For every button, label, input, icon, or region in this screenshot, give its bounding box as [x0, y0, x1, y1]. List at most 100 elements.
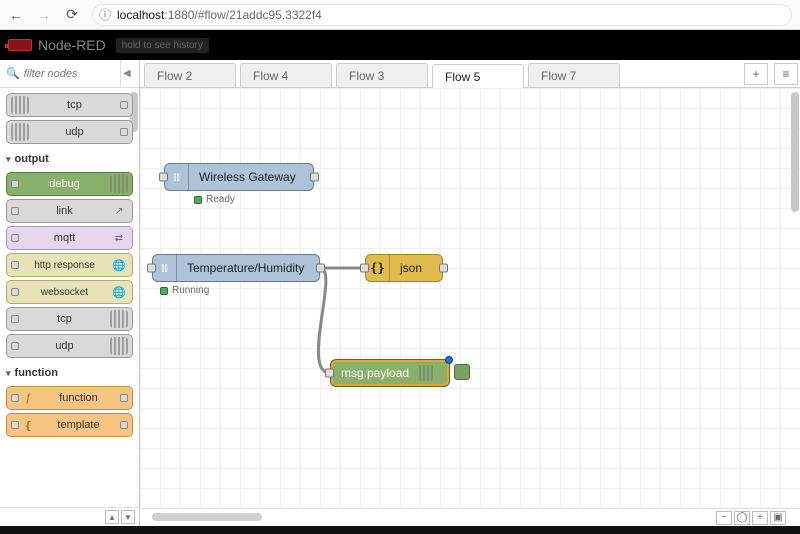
node-grip-icon	[11, 96, 29, 114]
flow-canvas[interactable]: ⫾⫾ Wireless Gateway Ready ⫾⫾ Temperature…	[140, 88, 800, 526]
json-icon: {}	[366, 255, 390, 281]
globe-icon: 🌐	[110, 283, 128, 301]
debug-output-toggle[interactable]	[454, 364, 470, 380]
node-label: Temperature/Humidity	[177, 261, 314, 275]
node-port-icon	[11, 180, 19, 188]
node-label: json	[390, 261, 432, 275]
zoom-reset-button[interactable]: ◯	[734, 511, 750, 525]
palette-footer-up-button[interactable]: ▴	[105, 510, 119, 524]
palette-node-debug[interactable]: debug	[6, 172, 133, 196]
bridge-icon: ⇄	[110, 229, 128, 247]
wire-temphum-debug[interactable]	[140, 88, 800, 526]
palette-category-output[interactable]: output	[0, 147, 139, 169]
site-info-icon[interactable]: ⓘ	[99, 6, 111, 23]
browser-url-bar[interactable]: ⓘ localhost:1880/#flow/21addc95.3322f4	[92, 4, 792, 26]
url-port: :1880	[164, 8, 194, 22]
palette-category-function[interactable]: function	[0, 361, 139, 383]
template-icon: {	[19, 416, 37, 434]
palette-filter-input[interactable]	[24, 68, 116, 80]
url-host: localhost	[117, 8, 164, 22]
node-status-gateway: Ready	[194, 194, 235, 205]
tab-flow4[interactable]: Flow 4	[240, 63, 332, 87]
tab-flow3[interactable]: Flow 3	[336, 63, 428, 87]
node-port-icon	[120, 421, 128, 429]
palette-node-udp-in[interactable]: udp	[6, 120, 133, 144]
palette-footer-down-button[interactable]: ▾	[121, 510, 135, 524]
list-flows-button[interactable]: ≡	[774, 63, 798, 85]
node-input-port[interactable]	[159, 173, 168, 182]
node-status-temphum: Running	[160, 285, 209, 296]
tab-flow7[interactable]: Flow 7	[528, 63, 620, 87]
serial-icon: ⫾⫾	[153, 255, 177, 281]
node-grip-icon	[11, 123, 29, 141]
palette-list[interactable]: ▴ tcp udp output debug link	[0, 88, 139, 507]
node-port-icon	[11, 394, 19, 402]
url-path: /#flow/21addc95.3322f4	[194, 8, 321, 22]
serial-icon: ⫾⫾	[165, 164, 189, 190]
canvas-horizontal-scrollbar[interactable]	[152, 513, 704, 523]
add-flow-button[interactable]: +	[744, 63, 768, 85]
node-port-icon	[11, 261, 19, 269]
palette-node-udp-out[interactable]: udp	[6, 334, 133, 358]
node-output-port[interactable]	[310, 173, 319, 182]
tab-flow2[interactable]: Flow 2	[144, 63, 236, 87]
node-debug-msg-payload[interactable]: msg.payload	[330, 359, 450, 387]
status-running-icon	[160, 287, 168, 295]
palette-node-tcp-out[interactable]: tcp	[6, 307, 133, 331]
node-grip-icon	[110, 310, 128, 328]
node-input-port[interactable]	[325, 369, 334, 378]
link-out-icon: ↗	[110, 202, 128, 220]
node-output-port[interactable]	[316, 264, 325, 273]
node-port-icon	[11, 288, 19, 296]
app-logo: Node-RED hold to see history	[8, 37, 209, 53]
logo-icon	[8, 39, 32, 51]
node-port-icon	[120, 101, 128, 109]
node-changed-indicator-icon	[445, 356, 453, 364]
browser-forward-button[interactable]: →	[32, 3, 56, 27]
node-json[interactable]: {} json	[365, 254, 443, 282]
node-port-icon	[11, 421, 19, 429]
palette-node-http-response[interactable]: http response 🌐	[6, 253, 133, 277]
zoom-in-button[interactable]: +	[752, 511, 768, 525]
palette-node-template[interactable]: { template	[6, 413, 133, 437]
deploy-hint: hold to see history	[116, 38, 209, 53]
node-output-port[interactable]	[439, 264, 448, 273]
flow-tabs: Flow 2 Flow 4 Flow 3 Flow 5 Flow 7 + ≡	[140, 60, 800, 88]
node-grip-icon	[419, 365, 433, 381]
node-port-icon	[11, 234, 19, 242]
palette-collapse-button[interactable]: ◀	[120, 60, 133, 87]
browser-back-button[interactable]: ←	[4, 3, 28, 27]
app-header: Node-RED hold to see history	[0, 30, 800, 60]
app-title: Node-RED	[38, 37, 106, 53]
palette-node-websocket[interactable]: websocket 🌐	[6, 280, 133, 304]
palette-node-mqtt[interactable]: mqtt ⇄	[6, 226, 133, 250]
canvas-footer: − ◯ + ▣	[140, 508, 800, 526]
palette-search-bar: 🔍 ◀	[0, 60, 139, 88]
node-label: msg.payload	[331, 366, 419, 380]
palette: 🔍 ◀ ▴ tcp udp output debug	[0, 60, 140, 526]
palette-node-tcp-in[interactable]: tcp	[6, 93, 133, 117]
workspace: Flow 2 Flow 4 Flow 3 Flow 5 Flow 7 + ≡	[140, 60, 800, 526]
browser-toolbar: ← → ⟳ ⓘ localhost:1880/#flow/21addc95.33…	[0, 0, 800, 30]
zoom-fit-button[interactable]: ▣	[770, 511, 786, 525]
browser-reload-button[interactable]: ⟳	[60, 3, 84, 27]
wire-temphum-json[interactable]	[140, 88, 800, 526]
node-input-port[interactable]	[147, 264, 156, 273]
window-bottom-strip	[0, 526, 800, 534]
node-port-icon	[11, 315, 19, 323]
status-ready-icon	[194, 196, 202, 204]
node-label: Wireless Gateway	[189, 170, 306, 184]
node-port-icon	[11, 342, 19, 350]
tab-flow5[interactable]: Flow 5	[432, 64, 524, 88]
palette-node-function[interactable]: ƒ function	[6, 386, 133, 410]
palette-node-link[interactable]: link ↗	[6, 199, 133, 223]
node-input-port[interactable]	[360, 264, 369, 273]
node-temperature-humidity[interactable]: ⫾⫾ Temperature/Humidity	[152, 254, 320, 282]
function-icon: ƒ	[19, 389, 37, 407]
palette-footer: ▴ ▾	[0, 507, 139, 526]
canvas-vertical-scrollbar[interactable]	[791, 92, 799, 212]
node-grip-icon	[110, 175, 128, 193]
node-wireless-gateway[interactable]: ⫾⫾ Wireless Gateway	[164, 163, 314, 191]
zoom-out-button[interactable]: −	[716, 511, 732, 525]
search-icon: 🔍	[6, 67, 20, 80]
